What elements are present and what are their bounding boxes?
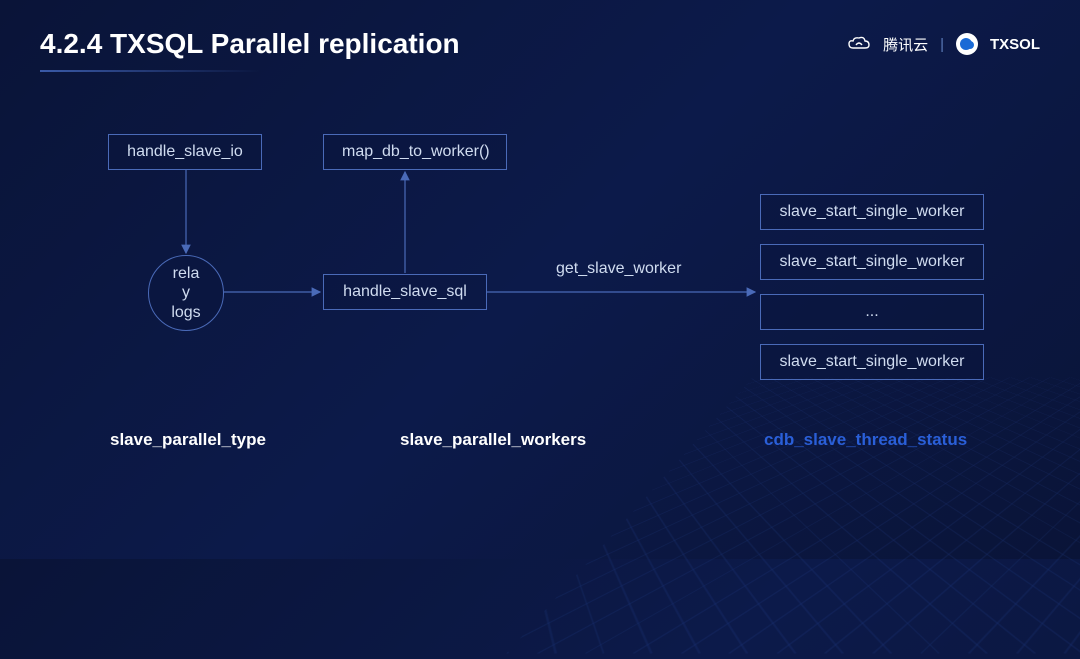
tencent-cloud-icon — [847, 35, 871, 53]
title-underline — [40, 70, 260, 72]
slide-header: 4.2.4 TXSQL Parallel replication 腾讯云 | T… — [40, 28, 1040, 60]
node-handle-slave-io: handle_slave_io — [108, 134, 262, 170]
relay-logs-text-1: rela — [173, 264, 200, 283]
product-label: TXSOL — [990, 36, 1040, 53]
node-handle-slave-sql: handle_slave_sql — [323, 274, 487, 310]
node-worker-n: slave_start_single_worker — [760, 344, 984, 380]
brand-divider: | — [940, 36, 944, 53]
slide-title: 4.2.4 TXSQL Parallel replication — [40, 28, 460, 60]
relay-logs-text-3: logs — [171, 303, 200, 322]
relay-logs-text-2: y — [182, 283, 190, 302]
footer-label-right: cdb_slave_thread_status — [764, 430, 967, 450]
node-worker-2: slave_start_single_worker — [760, 244, 984, 280]
brand-logos: 腾讯云 | TXSOL — [847, 33, 1040, 55]
footer-label-center: slave_parallel_workers — [400, 430, 586, 450]
node-relay-logs: rela y logs — [148, 255, 224, 331]
tencent-cloud-label: 腾讯云 — [883, 34, 928, 55]
footer-label-left: slave_parallel_type — [110, 430, 266, 450]
node-worker-ellipsis: ... — [760, 294, 984, 330]
txsol-icon — [956, 33, 978, 55]
edge-label-get-slave-worker: get_slave_worker — [556, 260, 681, 278]
node-worker-1: slave_start_single_worker — [760, 194, 984, 230]
node-map-db-to-worker: map_db_to_worker() — [323, 134, 507, 170]
